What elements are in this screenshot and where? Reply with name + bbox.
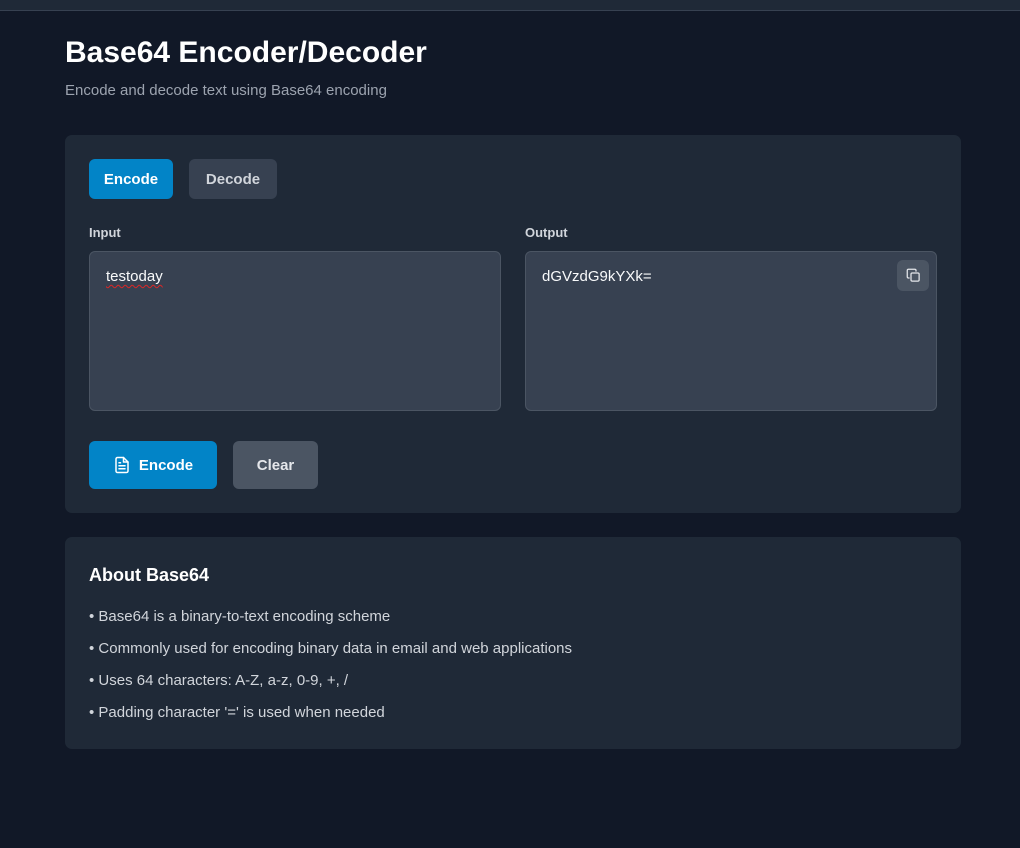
encode-button-label: Encode (138, 456, 194, 474)
tab-decode[interactable]: Decode (189, 159, 277, 199)
clear-button[interactable]: Clear (233, 441, 318, 489)
document-icon (113, 456, 131, 474)
page-subtitle: Encode and decode text using Base64 enco… (65, 82, 387, 99)
input-label: Input (89, 225, 121, 240)
about-item: • Commonly used for encoding binary data… (89, 640, 573, 657)
about-item: • Base64 is a binary-to-text encoding sc… (89, 608, 391, 625)
about-list: • Base64 is a binary-to-text encoding sc… (89, 607, 572, 735)
tool-card: Encode Decode Input Output testoday dGVz… (65, 135, 961, 513)
top-bar (0, 0, 1020, 11)
output-text: dGVzdG9kYXk= (542, 268, 652, 285)
about-title: About Base64 (89, 565, 210, 585)
copy-icon (906, 268, 921, 283)
about-card: About Base64 • Base64 is a binary-to-tex… (65, 537, 961, 749)
tab-encode[interactable]: Encode (89, 159, 173, 199)
input-text: testoday (106, 268, 163, 285)
about-item: • Uses 64 characters: A-Z, a-z, 0-9, +, … (89, 672, 349, 689)
output-textarea[interactable]: dGVzdG9kYXk= (525, 251, 937, 411)
page-title: Base64 Encoder/Decoder (65, 36, 427, 69)
encode-button[interactable]: Encode (89, 441, 217, 489)
input-textarea[interactable]: testoday (89, 251, 501, 411)
output-label: Output (525, 225, 568, 240)
copy-button[interactable] (897, 260, 929, 291)
about-item: • Padding character '=' is used when nee… (89, 704, 385, 721)
